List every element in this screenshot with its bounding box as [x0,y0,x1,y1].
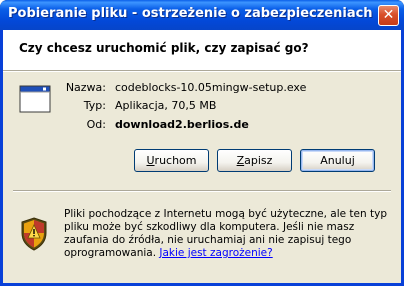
save-button[interactable]: Zapisz [217,149,292,172]
close-button[interactable]: ✕ [378,5,399,26]
run-button-label: ruchom [154,154,197,167]
window-title: Pobieranie pliku - ostrzeżenie o zabezpi… [8,6,373,21]
file-type-label: Typ: [83,99,106,112]
download-security-warning-window: Pobieranie pliku - ostrzeżenie o zabezpi… [0,0,404,286]
dialog-body: Czy chcesz uruchomić plik, czy zapisać g… [3,30,401,283]
save-button-label: apisz [244,154,273,167]
dialog-header: Czy chcesz uruchomić plik, czy zapisać g… [3,30,401,70]
dialog-question: Czy chcesz uruchomić plik, czy zapisać g… [19,41,309,55]
header-divider [3,70,401,72]
run-button[interactable]: Uruchom [134,149,209,172]
warning-text-block: Pliki pochodzące z Internetu mogą być uż… [64,208,394,260]
file-source-value: download2.berlios.de [115,118,249,131]
close-icon: ✕ [382,7,395,23]
file-name-label: Nazwa: [65,81,106,94]
cancel-button-label: Anuluj [320,154,355,167]
window-frame: Czy chcesz uruchomić plik, czy zapisać g… [0,30,404,286]
run-button-accel: U [146,154,155,167]
application-window-icon [19,85,51,113]
save-button-accel: Z [236,154,245,167]
file-type-value: Aplikacja, 70,5 MB [115,99,217,112]
title-bar[interactable]: Pobieranie pliku - ostrzeżenie o zabezpi… [0,0,404,30]
section-divider [13,190,391,192]
risk-info-link[interactable]: Jakie jest zagrożenie? [159,247,272,259]
file-name-value: codeblocks-10.05mingw-setup.exe [115,81,307,94]
cancel-button[interactable]: Anuluj [300,149,375,172]
security-shield-icon [21,217,47,251]
file-source-label: Od: [86,118,106,131]
